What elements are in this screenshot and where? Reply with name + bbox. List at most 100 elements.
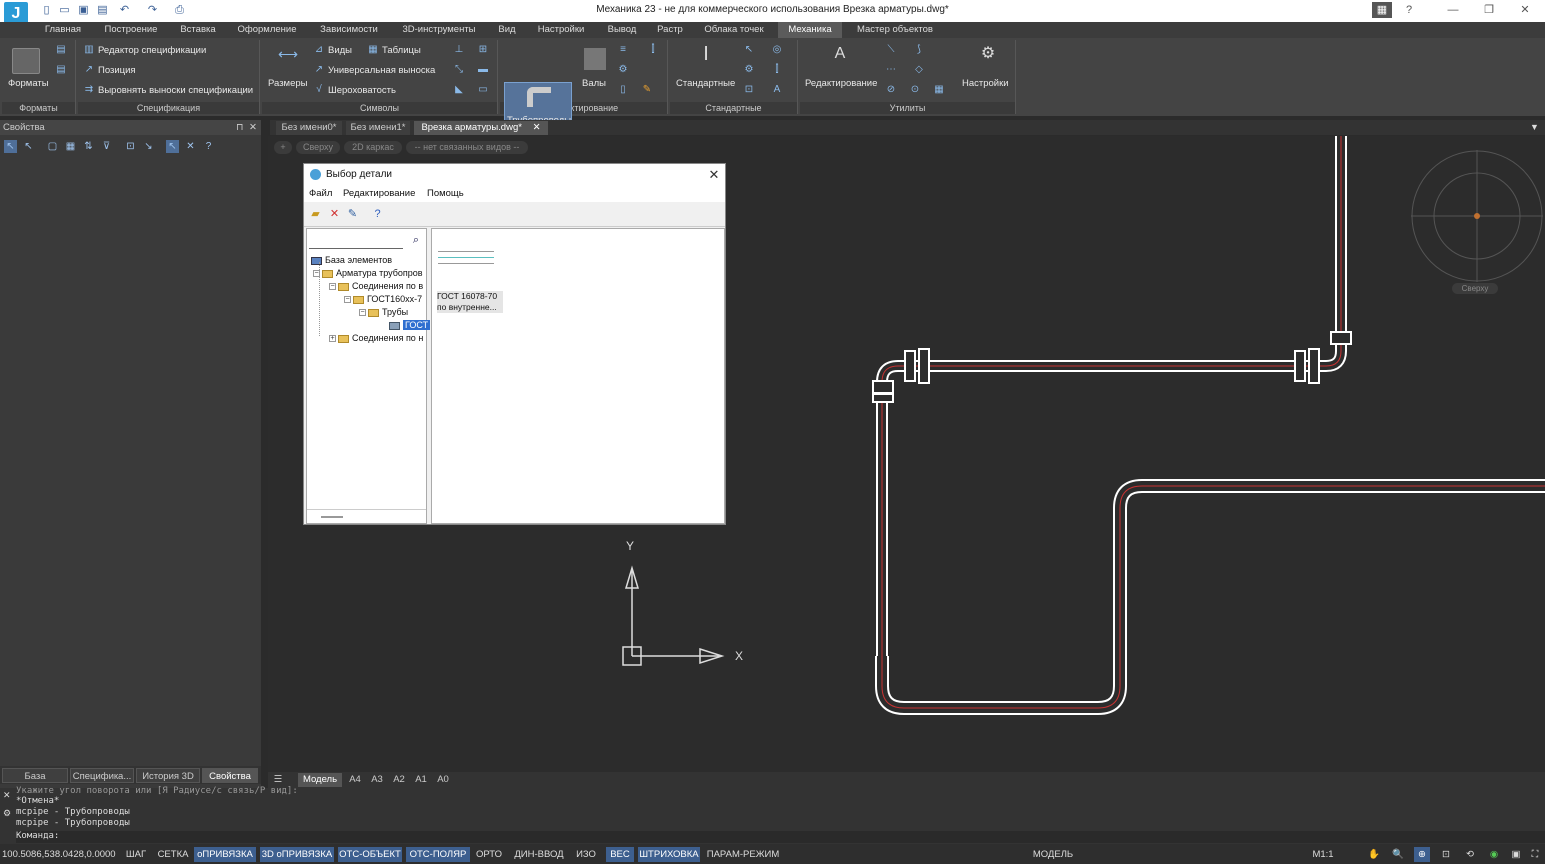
shafts-icon[interactable] [584, 48, 606, 70]
doc-tab-close-icon[interactable]: ✕ [533, 122, 541, 133]
pin-icon[interactable]: ⊓ [236, 120, 243, 135]
sizes-button[interactable]: Размеры [268, 78, 307, 89]
symbol-tool-1-icon[interactable]: ⊥ [452, 44, 466, 56]
save-as-icon[interactable]: ▤ [96, 4, 109, 17]
tab-3d-history[interactable]: История 3D ... [136, 768, 200, 797]
tab-annotate[interactable]: Оформление [232, 22, 302, 38]
editing-button[interactable]: Редактирование [805, 78, 877, 89]
part-thumbnail[interactable] [438, 249, 496, 273]
doc-tab-active[interactable]: Врезка арматуры.dwg* ✕ [414, 121, 548, 135]
tab-specification[interactable]: Спецификa... [70, 768, 134, 783]
status-hatch[interactable]: ШТРИХОВКА [638, 847, 700, 862]
tree-node-pipes[interactable]: − Трубы [359, 306, 408, 319]
search-icon[interactable]: ⌕ [410, 234, 422, 246]
zoom-extents-icon[interactable]: ⊕ [1414, 847, 1430, 862]
tab-properties[interactable]: Свойства [202, 768, 258, 783]
doc-tab-untitled1[interactable]: Без имени1* [346, 121, 410, 135]
utility-tool-7-icon[interactable]: ▦ [932, 84, 946, 96]
collapse-icon[interactable]: − [329, 283, 336, 291]
status-ortho[interactable]: ОРТО [474, 847, 504, 862]
tree-node-connections-outer[interactable]: + Соединения по н [329, 332, 423, 345]
tab-constraints[interactable]: Зависимости [312, 22, 386, 38]
standard-tool-2-icon[interactable]: ⚙ [742, 64, 756, 76]
status-snap[interactable]: ШАГ [120, 847, 152, 862]
standard-button[interactable]: Стандартные [676, 78, 735, 89]
menu-help[interactable]: Помощь [427, 186, 464, 202]
layout-tab-a0[interactable]: A0 [434, 773, 452, 787]
design-tool-3-icon[interactable]: ⚙ [616, 64, 630, 76]
tab-build[interactable]: Построение [98, 22, 164, 38]
shafts-button[interactable]: Валы [582, 78, 606, 89]
steering-icon[interactable]: ◉ [1486, 847, 1502, 862]
quick-select-icon[interactable]: ▢ [46, 140, 59, 153]
roughness-button[interactable]: Шероховатость [328, 85, 396, 96]
pipe-lower[interactable] [875, 479, 1545, 715]
tab-home[interactable]: Главная [40, 22, 86, 38]
symbol-tool-5-icon[interactable]: ◣ [452, 84, 466, 96]
expand-icon[interactable]: + [329, 335, 336, 343]
zoom-window-icon[interactable]: ⊡ [1438, 847, 1454, 862]
tt-icon[interactable]: ▤ [54, 44, 68, 56]
sizes-icon[interactable]: ⟷ [276, 47, 300, 61]
status-scale[interactable]: M1:1 [1308, 847, 1338, 862]
pickadd-icon[interactable]: ↖ [166, 140, 179, 153]
close-panel-icon[interactable]: ✕ [249, 120, 257, 135]
i-beam-icon[interactable]: I [694, 44, 718, 72]
tree-node-gost-selected[interactable]: ГОСТ [389, 319, 431, 332]
tables-button[interactable]: Таблицы [382, 45, 421, 56]
design-tool-1-icon[interactable]: ≡ [616, 44, 630, 56]
standard-tool-5-icon[interactable]: ⫿ [770, 64, 784, 76]
properties-help-icon[interactable]: ? [202, 140, 215, 153]
ribbon-toggle-icon[interactable]: ▦ [1372, 2, 1392, 18]
menu-edit[interactable]: Редактирование [343, 186, 415, 202]
toggle-icon[interactable]: ⇅ [82, 140, 95, 153]
tree-search-input[interactable] [309, 235, 403, 249]
tab-element-db[interactable]: База элемен... [2, 768, 68, 797]
pick-icon[interactable]: ⊡ [124, 140, 137, 153]
status-model[interactable]: МОДЕЛЬ [1030, 847, 1076, 862]
status-3d-osnap[interactable]: 3D оПРИВЯЗКА [260, 847, 334, 862]
status-polar[interactable]: ОТС-ПОЛЯР [406, 847, 470, 862]
dialog-close-icon[interactable]: ✕ [706, 166, 722, 184]
print-icon[interactable]: ⎙ [173, 4, 186, 17]
layout-tab-a3[interactable]: A3 [368, 773, 386, 787]
tab-view[interactable]: Вид [492, 22, 522, 38]
layout-tab-a1[interactable]: A1 [412, 773, 430, 787]
utility-tool-2-icon[interactable]: ⟆ [912, 44, 926, 56]
tx-icon[interactable]: ▤ [54, 64, 68, 76]
utility-tool-6-icon[interactable]: ⊙ [908, 84, 922, 96]
symbol-tool-4-icon[interactable]: ▬ [476, 64, 490, 76]
status-iso[interactable]: ИЗО [572, 847, 600, 862]
command-input[interactable]: Команда: [16, 831, 1545, 843]
open-file-icon[interactable]: ▭ [58, 4, 71, 17]
compass-label[interactable]: Сверху [1452, 283, 1498, 294]
dialog-help-icon[interactable]: ? [371, 208, 384, 221]
new-file-icon[interactable]: ▯ [40, 4, 53, 17]
utility-tool-3-icon[interactable]: ⋯ [884, 64, 898, 76]
save-icon[interactable]: ▣ [77, 4, 90, 17]
splitter-handle[interactable] [321, 516, 343, 518]
status-lineweight[interactable]: ВЕС [606, 847, 634, 862]
collapse-icon[interactable]: − [359, 309, 366, 317]
spec-editor-button[interactable]: Редактор спецификации [98, 45, 206, 56]
tab-raster[interactable]: Растр [652, 22, 688, 38]
formats-button[interactable]: Форматы [8, 78, 49, 89]
utility-tool-1-icon[interactable]: ⟍ [884, 44, 898, 56]
select-all-icon[interactable]: ▦ [64, 140, 77, 153]
layout-tab-a2[interactable]: A2 [390, 773, 408, 787]
tab-point-clouds[interactable]: Облака точек [698, 22, 770, 38]
standard-tool-3-icon[interactable]: ⊡ [742, 84, 756, 96]
universal-leader-button[interactable]: Универсальная выноска [328, 65, 435, 76]
edit-icon[interactable]: ✎ [346, 208, 359, 221]
status-grid[interactable]: СЕТКА [156, 847, 190, 862]
doc-tab-untitled0[interactable]: Без имени0* [276, 121, 342, 135]
tab-settings[interactable]: Настройки [530, 22, 592, 38]
align-spec-button[interactable]: Выровнять выноски спецификации [98, 85, 253, 96]
workspace-icon[interactable]: ▣ [1508, 847, 1524, 862]
fullscreen-icon[interactable]: ⛶ [1528, 847, 1542, 862]
layout-tab-a4[interactable]: A4 [346, 773, 364, 787]
filter-icon[interactable]: ⊽ [100, 140, 113, 153]
layout-menu-icon[interactable]: ☰ [270, 773, 286, 787]
doc-tabs-dropdown-icon[interactable]: ▼ [1530, 122, 1539, 132]
restore-icon[interactable]: ❐ [1476, 2, 1502, 18]
